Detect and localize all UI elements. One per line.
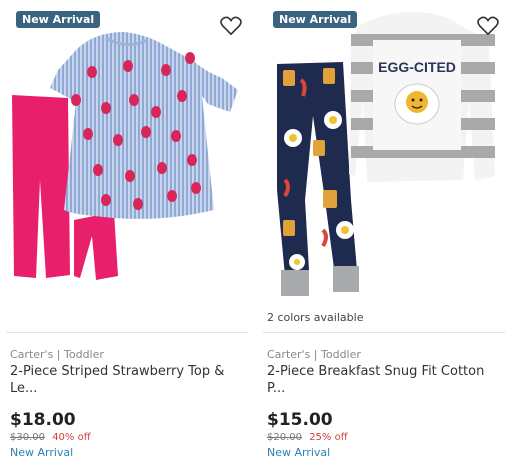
product-image[interactable]: New Arrival [6, 0, 248, 315]
sale-price: $15.00 [267, 410, 333, 430]
product-card[interactable]: New Arrival Carter's | Toddler 2-Piece S… [6, 0, 248, 463]
sale-price: $18.00 [10, 410, 76, 430]
original-price: $30.00 [10, 432, 45, 443]
shirt-text: EGG-CITED [378, 59, 456, 75]
status-text: New Arrival [267, 446, 331, 459]
product-image[interactable]: EGG-CITED New Arrival [263, 0, 505, 315]
product-card[interactable]: EGG-CITED New Arrival 2 colors available… [263, 0, 505, 463]
status-text: New Arrival [10, 446, 74, 459]
new-arrival-badge: New Arrival [16, 11, 101, 28]
heart-icon[interactable] [477, 16, 499, 36]
product-name-link[interactable]: 2-Piece Breakfast Snug Fit Cotton P... [267, 363, 503, 397]
price-row: $30.00 40% off [10, 432, 91, 443]
colors-available: 2 colors available [267, 311, 364, 324]
product-name-line2: P... [267, 381, 286, 396]
discount-label: 40% off [52, 432, 91, 443]
divider [263, 332, 505, 333]
product-photo [12, 32, 238, 280]
new-arrival-badge: New Arrival [273, 11, 358, 28]
product-brand: Carter's | Toddler [10, 348, 104, 361]
product-name-link[interactable]: 2-Piece Striped Strawberry Top & Le... [10, 363, 246, 397]
product-name-line1: 2-Piece Striped Strawberry Top & [10, 364, 225, 379]
product-name-line2: Le... [10, 381, 38, 396]
heart-icon[interactable] [220, 16, 242, 36]
price-row: $20.00 25% off [267, 432, 348, 443]
divider [6, 332, 248, 333]
original-price: $20.00 [267, 432, 302, 443]
product-photo: EGG-CITED [277, 12, 495, 296]
product-name-line1: 2-Piece Breakfast Snug Fit Cotton [267, 364, 485, 379]
discount-label: 25% off [309, 432, 348, 443]
product-brand: Carter's | Toddler [267, 348, 361, 361]
